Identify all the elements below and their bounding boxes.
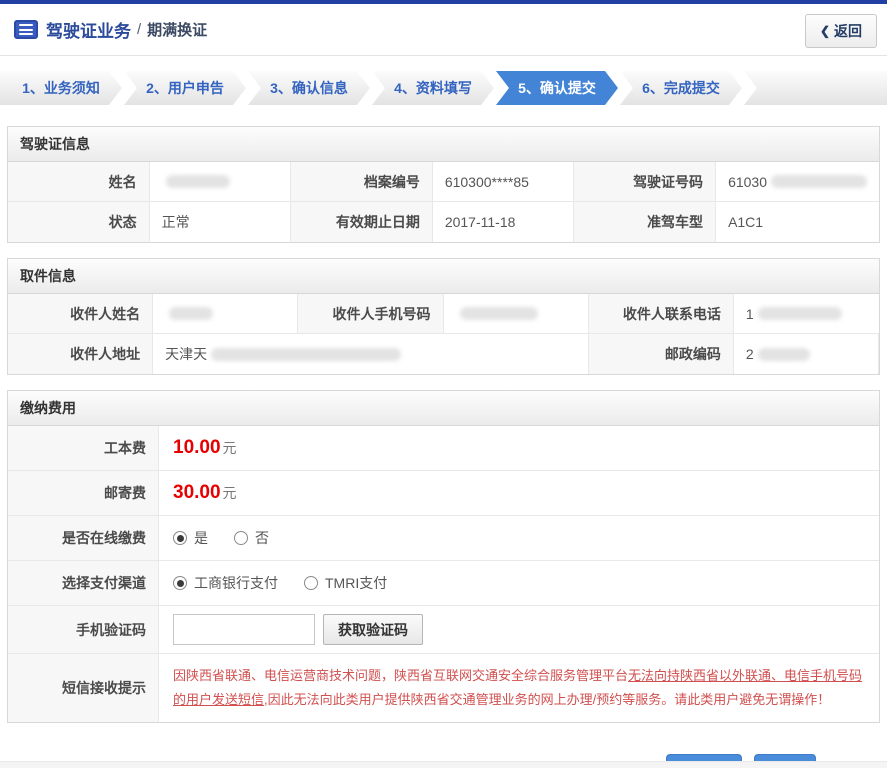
step-tabs: 1、业务须知 2、用户申告 3、确认信息 4、资料填写 5、确认提交 6、完成提… [0, 71, 887, 105]
vehicle-class-label: 准驾车型 [574, 202, 717, 242]
notice-part1: 因陕西省联通、电信运营商技术问题，陕西省互联网交通安全综合服务管理平台 [173, 668, 629, 683]
radio-option-yes[interactable]: 是 [173, 528, 208, 548]
radio-label: 是 [194, 530, 208, 546]
redacted-value [211, 347, 402, 361]
sms-code-field-wrap: 获取验证码 [159, 606, 879, 653]
redacted-value [169, 307, 214, 320]
redacted-value [757, 347, 810, 361]
license-number-label: 驾驶证号码 [574, 162, 717, 202]
payment-section: 缴纳费用 工本费 10.00 元 邮寄费 30.00 元 是否在线缴费 是 否 … [7, 390, 880, 724]
sms-code-input[interactable] [173, 614, 315, 645]
recipient-mobile-label: 收件人手机号码 [298, 294, 444, 334]
postal-code-value: 2 [733, 334, 879, 374]
payment-channel-row: 选择支付渠道 工商银行支付 TMRI支付 [8, 561, 879, 606]
expiry-date-value: 2017-11-18 [432, 202, 575, 242]
production-fee-unit: 元 [222, 440, 237, 456]
pickup-info-table: 收件人姓名 收件人手机号码 收件人联系电话 1 收件人地址 天津天 邮政编码 2 [8, 294, 879, 374]
file-number-label: 档案编号 [291, 162, 433, 202]
fee-row-postage: 邮寄费 30.00 元 [8, 471, 879, 516]
redacted-value [165, 175, 230, 188]
license-info-table: 姓名 档案编号 610300****85 驾驶证号码 61030 状态 正常 有… [8, 162, 879, 242]
online-payment-label: 是否在线缴费 [8, 516, 159, 560]
tab-step-4[interactable]: 4、资料填写 [372, 71, 494, 105]
radio-icon [173, 576, 187, 590]
production-fee-label: 工本费 [8, 426, 159, 470]
status-label: 状态 [8, 202, 150, 242]
postage-fee-amount: 30.00 [173, 482, 221, 503]
sms-code-row: 手机验证码 获取验证码 [8, 606, 879, 654]
license-info-section: 驾驶证信息 姓名 档案编号 610300****85 驾驶证号码 61030 状… [7, 126, 880, 243]
redacted-value [771, 175, 867, 188]
fee-row-production: 工本费 10.00 元 [8, 426, 879, 471]
radio-option-icbc[interactable]: 工商银行支付 [173, 573, 278, 593]
sms-notice-row: 短信接收提示 因陕西省联通、电信运营商技术问题，陕西省互联网交通安全综合服务管理… [8, 654, 879, 723]
redacted-value [757, 307, 842, 320]
license-section-title: 驾驶证信息 [8, 127, 879, 162]
production-fee-amount: 10.00 [173, 437, 221, 458]
sms-code-label: 手机验证码 [8, 606, 159, 653]
back-button-label: 返回 [834, 23, 862, 39]
online-payment-options: 是 否 [159, 516, 879, 560]
tab-step-5[interactable]: 5、确认提交 [496, 71, 618, 105]
tab-step-3[interactable]: 3、确认信息 [248, 71, 370, 105]
tab-step-6[interactable]: 6、完成提交 [620, 71, 742, 105]
pickup-section-title: 取件信息 [8, 259, 879, 294]
postage-fee-unit: 元 [222, 485, 237, 501]
radio-label: TMRI支付 [325, 575, 388, 591]
radio-option-no[interactable]: 否 [234, 528, 269, 548]
page-header: 驾驶证业务 / 期满换证 ❮ 返回 [0, 4, 887, 56]
vehicle-class-value: A1C1 [716, 202, 879, 242]
recipient-phone-label: 收件人联系电话 [588, 294, 734, 334]
sms-notice-text: 因陕西省联通、电信运营商技术问题，陕西省互联网交通安全综合服务管理平台无法向持陕… [159, 654, 879, 722]
recipient-address-value: 天津天 [153, 334, 589, 374]
recipient-mobile-value [443, 294, 589, 334]
list-icon [14, 20, 38, 39]
get-sms-code-button[interactable]: 获取验证码 [323, 614, 423, 645]
recipient-address-label: 收件人地址 [8, 334, 154, 374]
notice-part3: 因此无法向此类用户提供陕西省交通管理业务的网上办理/预约等服务。请此类用户避免无… [267, 692, 831, 708]
production-fee-value: 10.00 元 [159, 426, 879, 470]
payment-channel-options: 工商银行支付 TMRI支付 [159, 561, 879, 605]
expiry-date-label: 有效期止日期 [291, 202, 433, 242]
radio-icon [234, 531, 248, 545]
name-value [149, 162, 292, 202]
name-label: 姓名 [8, 162, 150, 202]
redacted-value [459, 307, 538, 320]
payment-section-title: 缴纳费用 [8, 391, 879, 426]
tab-step-1[interactable]: 1、业务须知 [0, 71, 122, 105]
radio-icon [304, 576, 318, 590]
bottom-strip [0, 761, 887, 768]
recipient-phone-value: 1 [733, 294, 879, 334]
recipient-name-value [153, 294, 299, 334]
payment-channel-label: 选择支付渠道 [8, 561, 159, 605]
radio-label: 否 [255, 530, 269, 546]
chevron-left-icon: ❮ [819, 24, 830, 38]
breadcrumb-separator: / [137, 21, 142, 38]
radio-option-tmri[interactable]: TMRI支付 [304, 573, 387, 593]
page-title: 驾驶证业务 [46, 22, 131, 41]
recipient-name-label: 收件人姓名 [8, 294, 154, 334]
step-tabs-filler [744, 71, 887, 105]
sms-notice-label: 短信接收提示 [8, 654, 159, 723]
tab-step-2[interactable]: 2、用户申告 [124, 71, 246, 105]
pickup-info-section: 取件信息 收件人姓名 收件人手机号码 收件人联系电话 1 收件人地址 天津天 邮… [7, 258, 880, 375]
radio-label: 工商银行支付 [194, 575, 278, 591]
online-payment-row: 是否在线缴费 是 否 [8, 516, 879, 561]
file-number-value: 610300****85 [432, 162, 575, 202]
status-value: 正常 [149, 202, 292, 242]
main-content: 驾驶证信息 姓名 档案编号 610300****85 驾驶证号码 61030 状… [7, 126, 880, 768]
radio-icon [173, 531, 187, 545]
license-number-value: 61030 [716, 162, 879, 202]
postal-code-label: 邮政编码 [588, 334, 734, 374]
back-button[interactable]: ❮ 返回 [804, 14, 877, 48]
postage-fee-value: 30.00 元 [159, 471, 879, 515]
breadcrumb-current: 期满换证 [147, 22, 208, 39]
postage-fee-label: 邮寄费 [8, 471, 159, 515]
